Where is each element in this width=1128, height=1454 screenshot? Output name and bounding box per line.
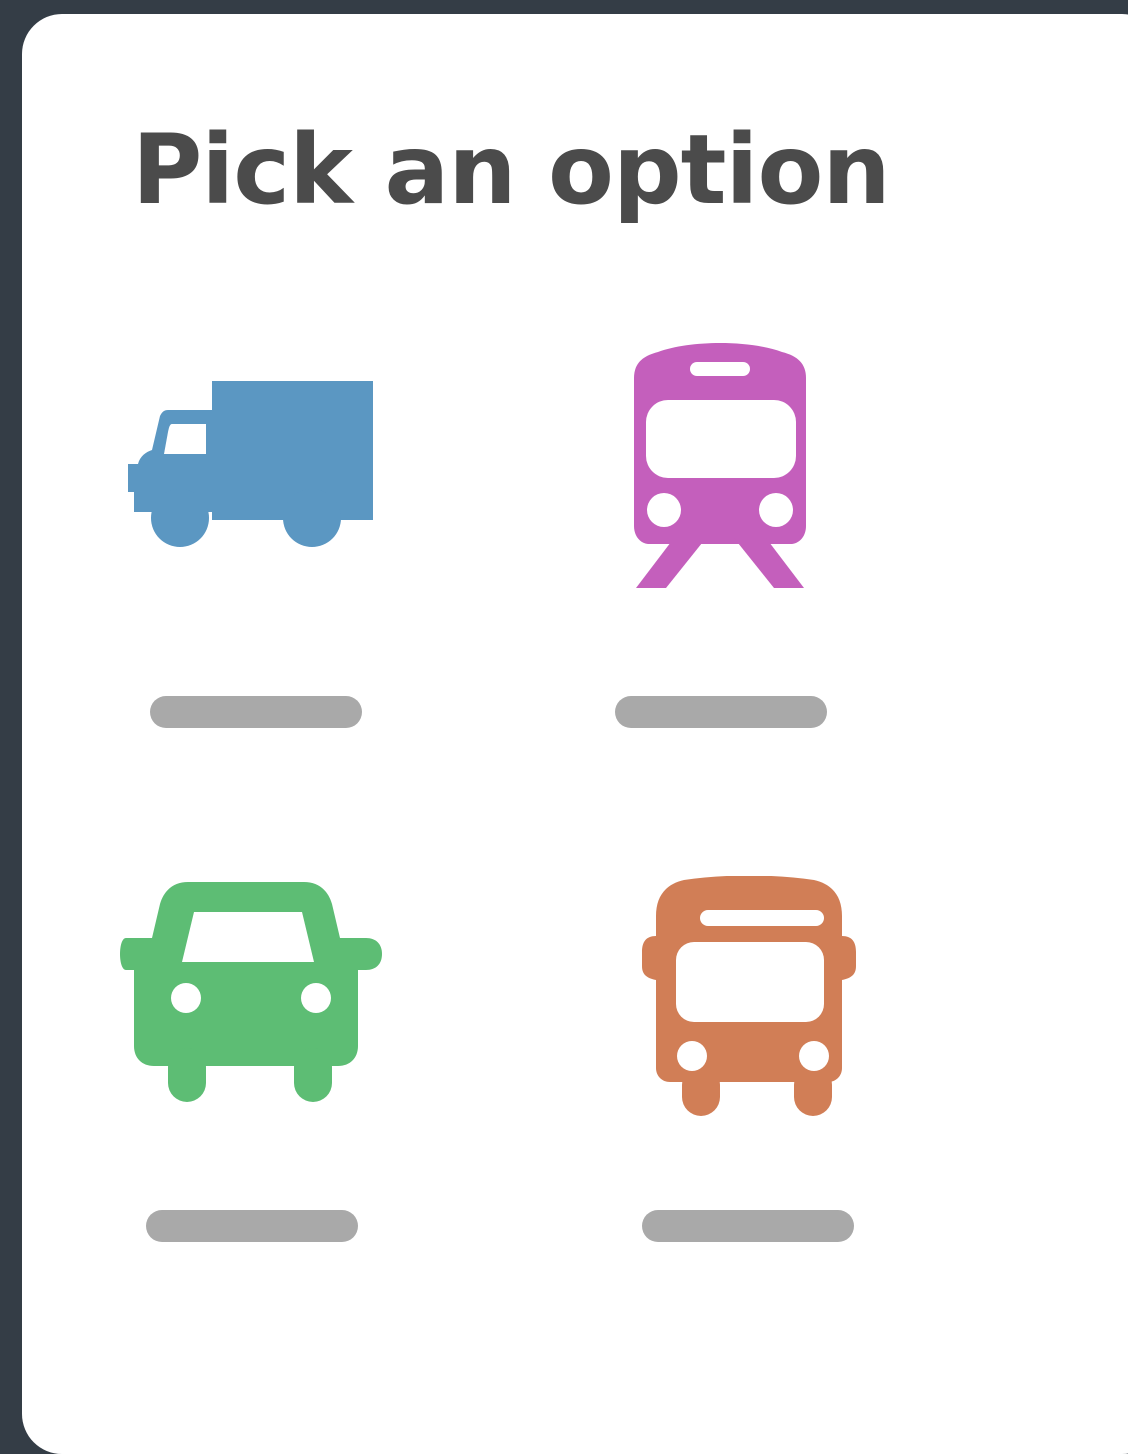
bus-icon: [642, 876, 856, 1116]
car-icon: [120, 882, 382, 1102]
option-truck[interactable]: [122, 364, 422, 784]
truck-icon: [128, 381, 373, 547]
train-icon: [634, 343, 806, 588]
truck-icon-shape: [128, 381, 373, 547]
page-title: Pick an option: [132, 114, 891, 226]
option-label-placeholder: [615, 696, 827, 728]
option-car[interactable]: [118, 878, 418, 1298]
option-train[interactable]: [615, 338, 930, 758]
option-bus[interactable]: [634, 876, 934, 1296]
option-label-placeholder: [642, 1210, 854, 1242]
option-picker-card: Pick an option: [22, 14, 1128, 1454]
option-label-placeholder: [146, 1210, 358, 1242]
option-label-placeholder: [150, 696, 362, 728]
